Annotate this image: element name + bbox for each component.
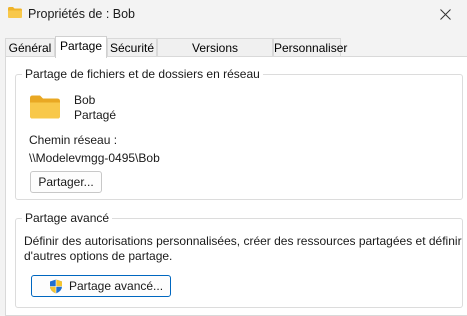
title-bar: Propriétés de : Bob bbox=[0, 0, 467, 30]
sharing-panel: Partage de fichiers et de dossiers en ré… bbox=[5, 56, 467, 316]
advanced-sharing-group-title: Partage avancé bbox=[22, 211, 113, 225]
tab-security[interactable]: Sécurité bbox=[107, 38, 157, 56]
tab-general[interactable]: Général bbox=[5, 38, 55, 56]
tab-customize[interactable]: Personnaliser bbox=[273, 38, 347, 56]
advanced-sharing-button[interactable]: Partage avancé... bbox=[31, 275, 171, 297]
tab-bar: Général Partage Sécurité Versions précéd… bbox=[5, 36, 467, 73]
advanced-sharing-description-line1: Définir des autorisations personnalisées… bbox=[24, 234, 462, 248]
folder-icon bbox=[8, 7, 22, 18]
share-button[interactable]: Partager... bbox=[30, 171, 102, 193]
advanced-sharing-group: Partage avancé Définir des autorisations… bbox=[15, 211, 463, 308]
folder-name: Bob bbox=[74, 93, 96, 107]
window-title: Propriétés de : Bob bbox=[28, 7, 136, 21]
network-sharing-group: Partage de fichiers et de dossiers en ré… bbox=[15, 67, 463, 200]
folder-icon bbox=[30, 95, 60, 119]
close-icon bbox=[440, 9, 451, 20]
advanced-sharing-description-line2: d'autres options de partage. bbox=[24, 249, 173, 263]
tab-sharing[interactable]: Partage bbox=[55, 36, 107, 58]
network-path-value: \\Modelevmgg-0495\Bob bbox=[29, 151, 160, 165]
network-sharing-group-title: Partage de fichiers et de dossiers en ré… bbox=[22, 67, 263, 81]
folder-share-status: Partagé bbox=[74, 108, 117, 122]
uac-shield-icon bbox=[50, 279, 62, 294]
network-path-label: Chemin réseau : bbox=[29, 133, 118, 147]
advanced-sharing-button-label: Partage avancé... bbox=[69, 279, 164, 293]
tab-previous-versions[interactable]: Versions précédentes bbox=[157, 38, 273, 73]
close-button[interactable] bbox=[425, 0, 467, 30]
